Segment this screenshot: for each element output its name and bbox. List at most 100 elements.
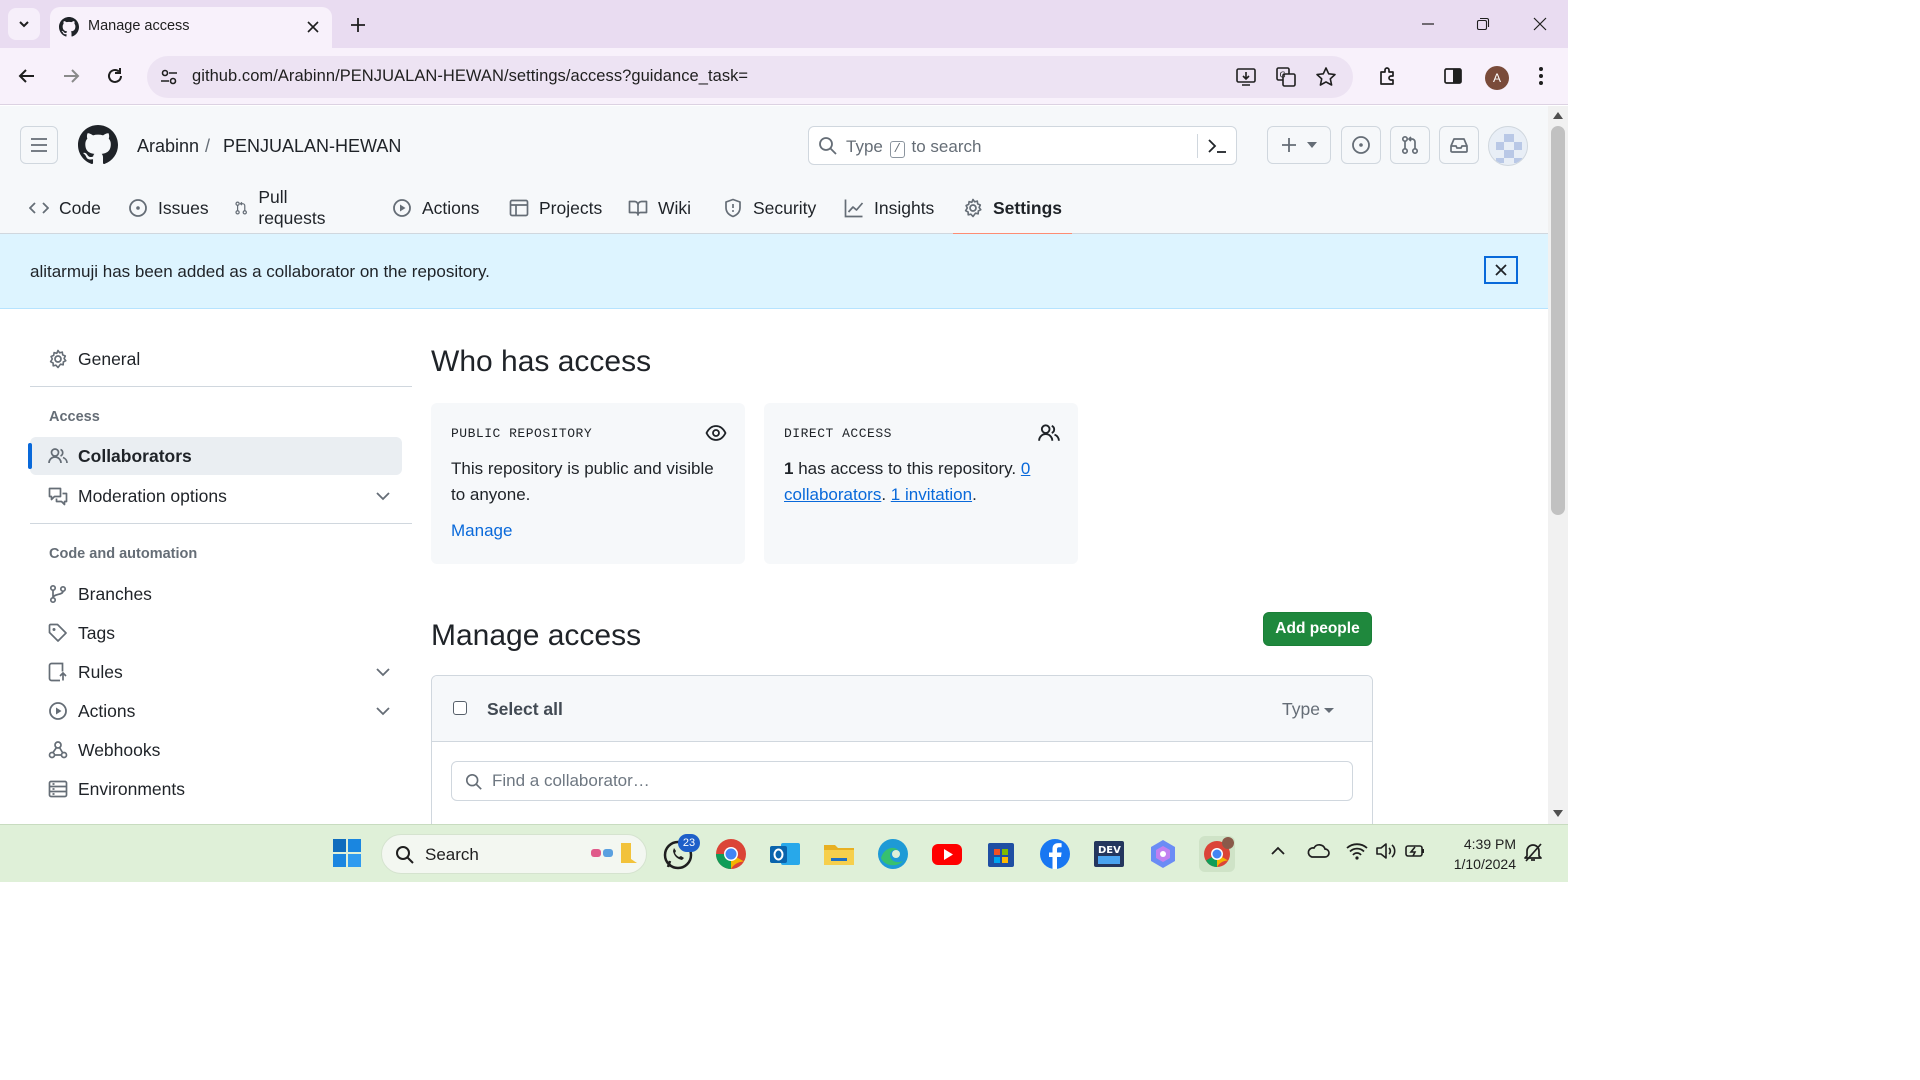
repo-owner-link[interactable]: Arabinn (137, 136, 199, 157)
sidebar-heading-code-automation: Code and automation (49, 546, 198, 562)
bookmark-star-icon[interactable] (1315, 66, 1337, 88)
sidebar-item-tags[interactable]: Tags (30, 614, 402, 652)
user-avatar[interactable] (1488, 126, 1528, 166)
sidebar-item-webhooks[interactable]: Webhooks (30, 731, 402, 769)
chrome-active-icon[interactable] (1199, 836, 1235, 872)
search-shortcut-key: / (889, 141, 905, 158)
issue-opened-icon (129, 199, 147, 217)
public-repository-caption: PUBLIC REPOSITORY (451, 426, 593, 441)
dev-home-icon[interactable]: DEV (1091, 836, 1127, 872)
plus-icon (1282, 138, 1296, 152)
tab-pull-requests[interactable]: Pull requests (234, 182, 331, 234)
search-icon (819, 137, 837, 155)
wifi-icon[interactable] (1346, 841, 1370, 865)
direct-access-text: 1 has access to this repository. 0 colla… (784, 459, 1031, 504)
sidebar-item-rules[interactable]: Rules (30, 653, 402, 691)
type-filter-dropdown[interactable]: Type (1282, 699, 1334, 720)
tag-icon (48, 623, 67, 642)
repo-name-link[interactable]: PENJUALAN-HEWAN (223, 136, 401, 157)
tab-settings[interactable]: Settings (952, 182, 1073, 235)
find-collaborator-input[interactable] (492, 770, 1332, 792)
code-icon (29, 202, 49, 214)
tab-security[interactable]: Security (723, 182, 816, 234)
add-people-button[interactable]: Add people (1263, 612, 1372, 646)
tab-issues[interactable]: Issues (128, 182, 209, 234)
webhook-icon (48, 741, 68, 759)
close-window-icon[interactable] (1528, 12, 1552, 36)
tab-insights[interactable]: Insights (844, 182, 934, 234)
translate-icon[interactable]: G (1275, 66, 1297, 88)
play-icon (393, 199, 411, 217)
github-search-input[interactable]: Type / to search (808, 126, 1237, 165)
system-clock[interactable]: 4:39 PM 1/10/2024 (1436, 834, 1516, 874)
copilot-icon[interactable] (1145, 836, 1181, 872)
svg-text:DEV: DEV (1098, 845, 1121, 856)
sidebar-item-environments[interactable]: Environments (30, 770, 402, 808)
tab-search-button[interactable] (8, 8, 40, 40)
sidebar-item-general[interactable]: General (30, 340, 402, 378)
tab-code[interactable]: Code (29, 182, 101, 234)
chevron-down-icon (376, 667, 390, 676)
sidebar-item-actions[interactable]: Actions (30, 692, 402, 730)
tab-projects[interactable]: Projects (509, 182, 602, 234)
facebook-icon[interactable] (1037, 836, 1073, 872)
show-hidden-icons-chevron-icon[interactable] (1268, 841, 1292, 865)
edge-icon[interactable] (875, 836, 911, 872)
tab-close-icon[interactable] (302, 16, 324, 38)
taskbar-search[interactable]: Search (381, 834, 647, 874)
browser-tab-active[interactable]: Manage access (50, 7, 332, 48)
pull-requests-shortcut-button[interactable] (1390, 126, 1430, 164)
back-arrow-icon[interactable] (13, 62, 41, 90)
notification-bell-icon[interactable] (1522, 841, 1546, 865)
search-icon (396, 846, 414, 864)
github-favicon-icon (59, 17, 79, 37)
select-all-checkbox[interactable] (453, 701, 467, 715)
tab-wiki[interactable]: Wiki (628, 182, 691, 234)
eye-icon (705, 425, 727, 441)
github-logo-icon[interactable] (78, 125, 118, 165)
site-info-icon[interactable] (160, 68, 178, 86)
new-tab-plus-icon[interactable] (346, 13, 370, 37)
onedrive-cloud-icon[interactable] (1306, 841, 1332, 865)
people-icon (48, 448, 68, 464)
side-panel-icon[interactable] (1439, 62, 1467, 90)
flash-dismiss-button[interactable] (1484, 256, 1518, 284)
windows-start-icon[interactable] (332, 838, 362, 868)
issues-shortcut-button[interactable] (1341, 126, 1381, 164)
address-bar[interactable]: github.com/Arabinn/PENJUALAN-HEWAN/setti… (147, 56, 1353, 98)
reload-icon[interactable] (101, 62, 129, 90)
browser-tab-strip: Manage access (0, 0, 1568, 48)
scrollbar-thumb[interactable] (1551, 126, 1565, 515)
extensions-puzzle-icon[interactable] (1374, 62, 1402, 90)
command-palette-icon[interactable] (1206, 136, 1228, 156)
chrome-icon[interactable] (713, 836, 749, 872)
close-icon (1495, 264, 1507, 276)
file-explorer-icon[interactable] (821, 836, 857, 872)
select-all-label[interactable]: Select all (487, 699, 563, 720)
find-collaborator-field[interactable] (451, 761, 1353, 801)
who-has-access-title: Who has access (431, 345, 652, 378)
browser-menu-icon[interactable] (1527, 62, 1555, 90)
chevron-down-icon (19, 21, 29, 28)
minimize-icon[interactable] (1416, 12, 1440, 36)
youtube-icon[interactable] (929, 836, 965, 872)
outlook-icon[interactable] (767, 836, 803, 872)
inbox-button[interactable] (1439, 126, 1479, 164)
sidebar-item-collaborators[interactable]: Collaborators (28, 437, 402, 475)
sidebar-item-moderation[interactable]: Moderation options (30, 477, 402, 515)
restore-icon[interactable] (1471, 12, 1495, 36)
microsoft-store-icon[interactable] (983, 836, 1019, 872)
sidebar-item-branches[interactable]: Branches (30, 575, 402, 613)
manage-visibility-link[interactable]: Manage (451, 521, 512, 541)
install-app-icon[interactable] (1235, 66, 1257, 88)
battery-charging-icon[interactable] (1404, 841, 1428, 865)
hamburger-menu-button[interactable] (20, 126, 58, 164)
invitations-count-link[interactable]: 1 invitation (891, 485, 972, 504)
clock-time: 4:39 PM (1463, 836, 1516, 852)
create-new-button[interactable] (1267, 126, 1331, 164)
gear-icon (49, 349, 67, 369)
volume-icon[interactable] (1375, 841, 1399, 865)
tab-actions[interactable]: Actions (392, 182, 479, 234)
browser-profile-avatar[interactable]: A (1485, 66, 1509, 90)
forward-arrow-icon[interactable] (57, 62, 85, 90)
